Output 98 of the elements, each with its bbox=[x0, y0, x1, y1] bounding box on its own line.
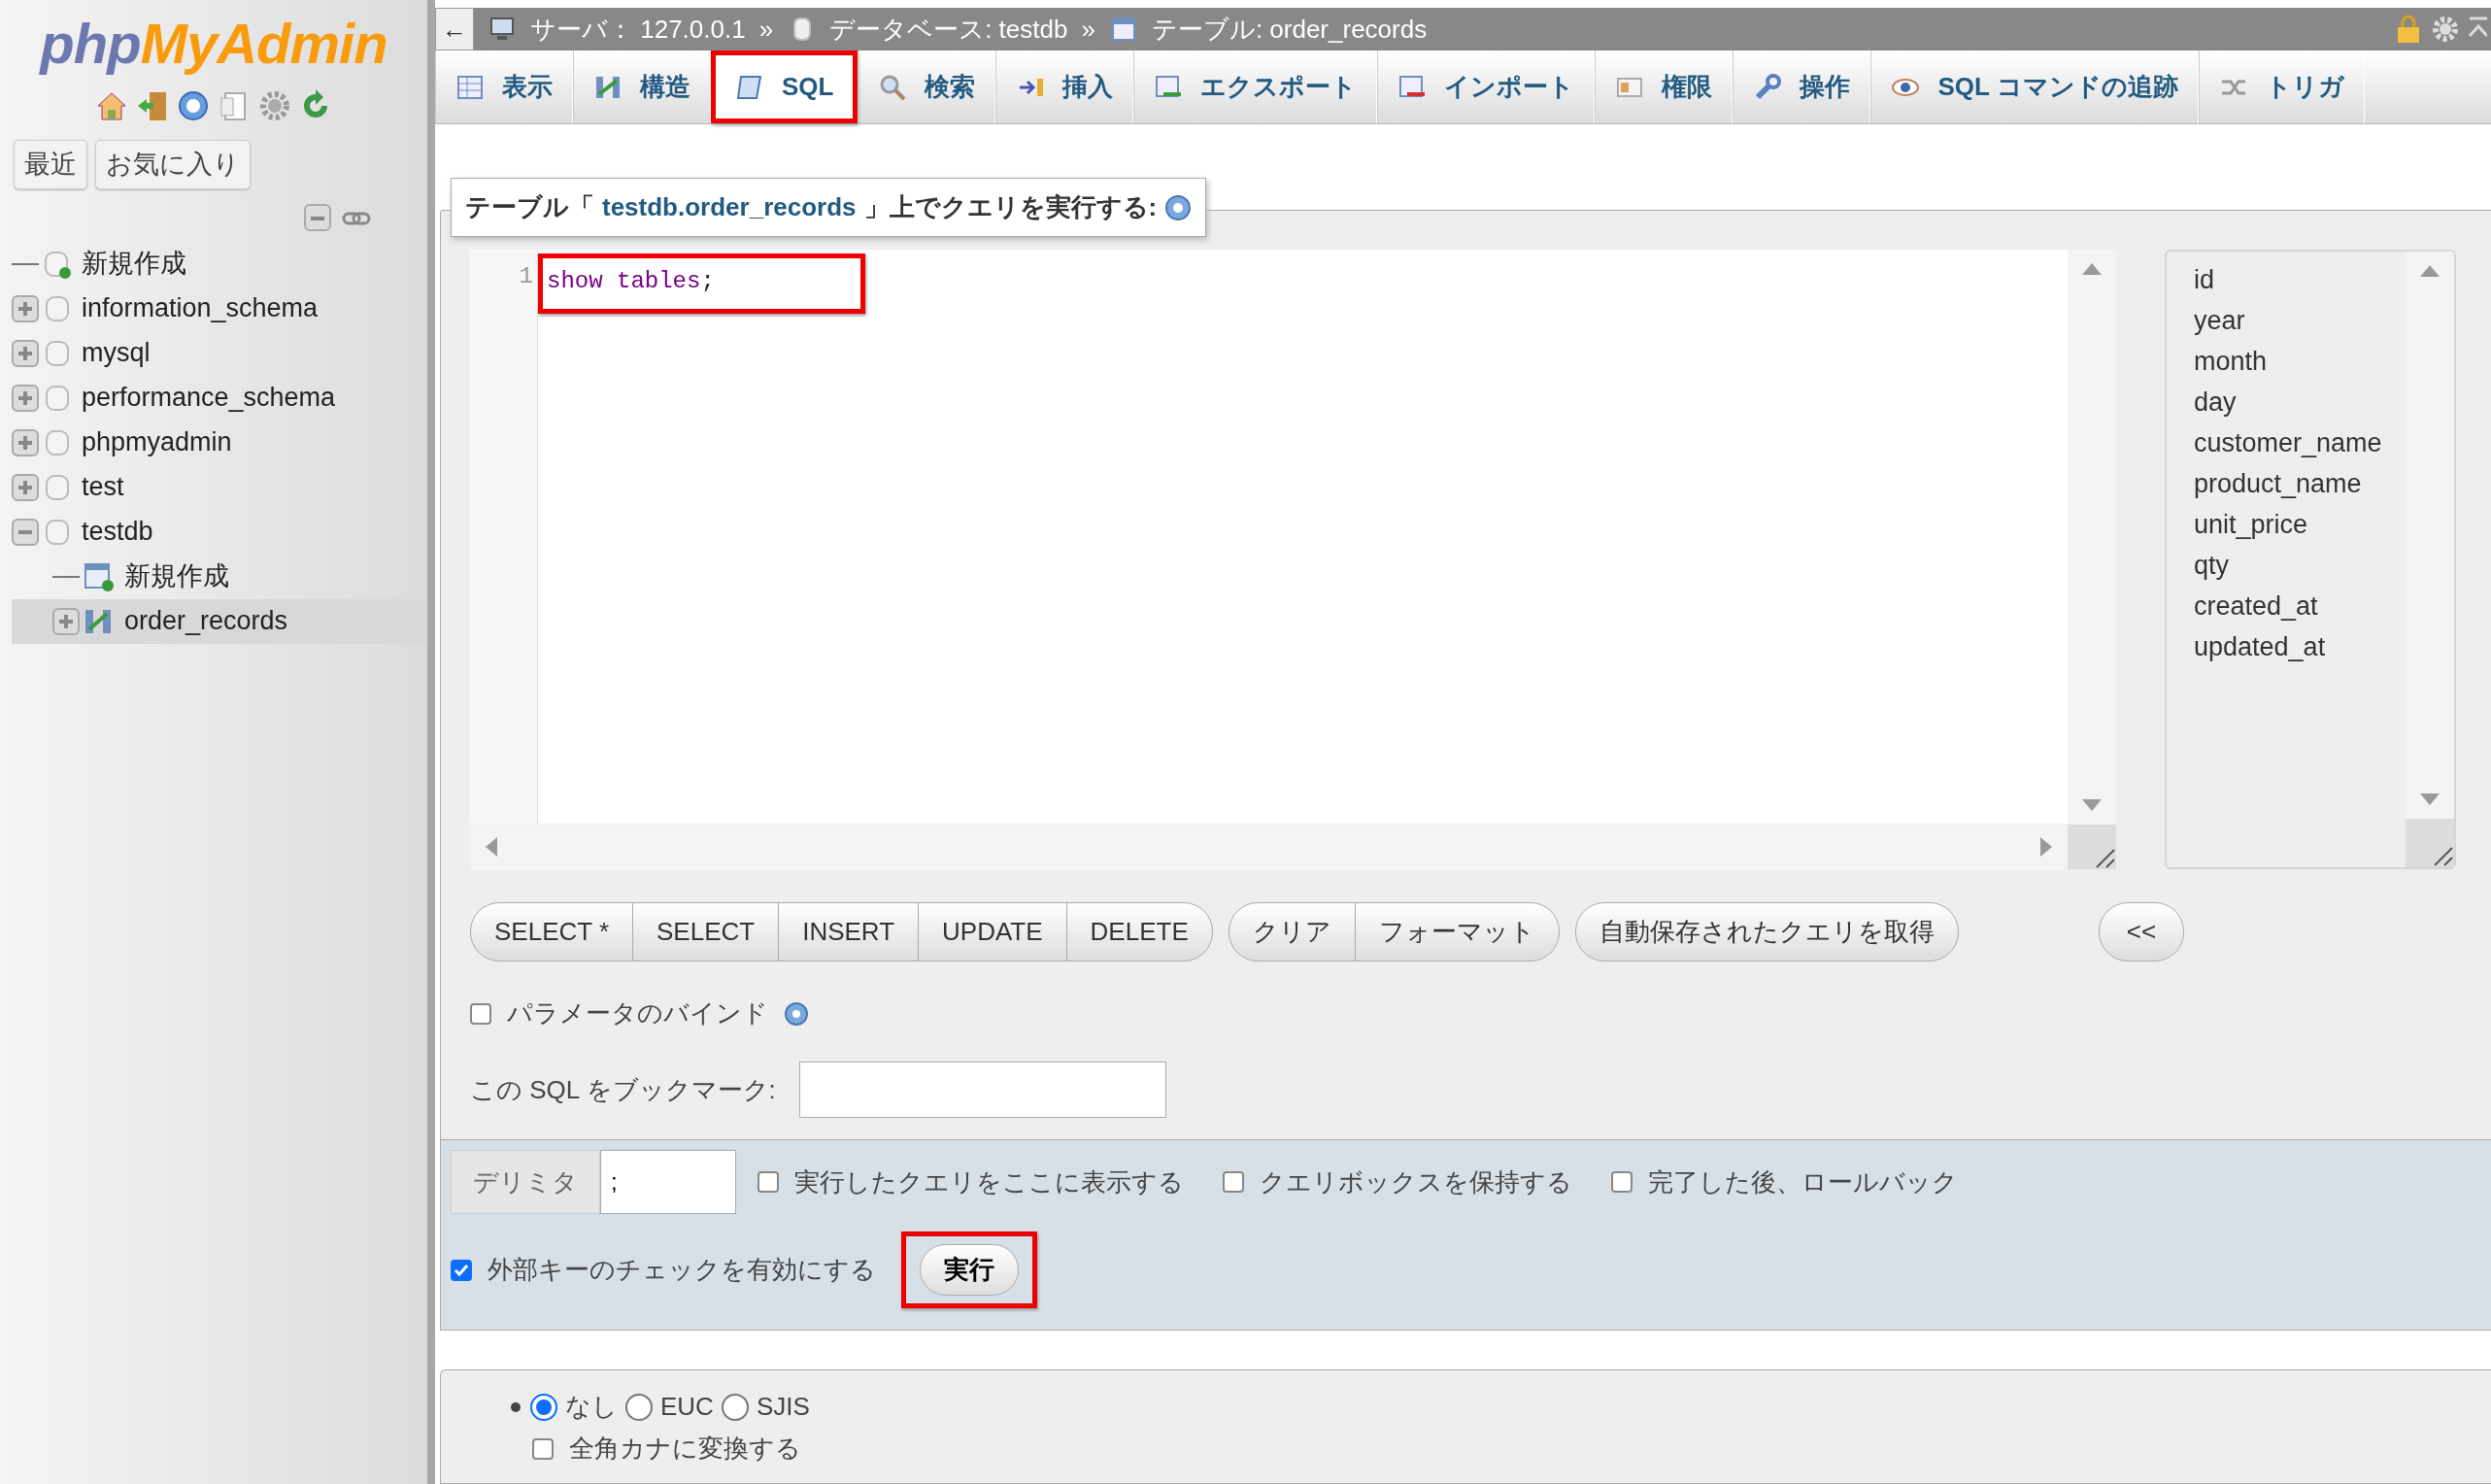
sql-editor[interactable]: 1 show tables; bbox=[470, 250, 2116, 869]
column-list[interactable]: id year month day customer_name product_name unit_price qty created_at updated_at bbox=[2165, 250, 2456, 869]
checkbox-label: パラメータのバインド bbox=[507, 997, 768, 1029]
code-line: show tables; bbox=[546, 267, 716, 296]
insert-column-button[interactable]: << bbox=[2099, 903, 2184, 961]
line-number: 1 bbox=[518, 262, 533, 291]
tab[interactable]: 表示 bbox=[435, 51, 573, 123]
help-icon[interactable] bbox=[177, 89, 210, 122]
column-item[interactable]: customer_name bbox=[2194, 422, 2406, 463]
column-item[interactable]: unit_price bbox=[2194, 504, 2406, 545]
tab[interactable]: 検索 bbox=[858, 51, 996, 123]
radio-button[interactable] bbox=[721, 1393, 749, 1421]
tree-item[interactable]: 新規作成 bbox=[76, 244, 192, 284]
tab[interactable]: 挿入 bbox=[995, 51, 1134, 123]
query-button[interactable]: クリア bbox=[1229, 903, 1356, 961]
breadcrumb-link[interactable]: テーブル: order_records bbox=[1151, 10, 1428, 49]
checkbox[interactable] bbox=[1611, 1171, 1633, 1193]
back-arrow-button[interactable]: ← bbox=[435, 8, 474, 51]
checkbox-label: 完了した後、ロールバック bbox=[1648, 1165, 1958, 1198]
sidebar-tab[interactable]: お気に入り bbox=[95, 140, 251, 189]
tree-item[interactable]: performance_schema bbox=[76, 378, 342, 418]
scroll-right-icon[interactable] bbox=[2038, 835, 2054, 859]
help-icon[interactable] bbox=[784, 1000, 809, 1027]
tree-item[interactable]: information_schema bbox=[76, 288, 324, 328]
column-item[interactable]: product_name bbox=[2194, 463, 2406, 504]
checkbox[interactable] bbox=[757, 1171, 779, 1193]
expand-icon[interactable] bbox=[12, 473, 39, 501]
column-item[interactable]: year bbox=[2194, 300, 2406, 341]
collapse-all-icon[interactable] bbox=[303, 202, 334, 234]
tree-item[interactable]: testdb bbox=[76, 512, 159, 552]
tree-item[interactable]: 新規作成 bbox=[118, 556, 235, 596]
checkbox[interactable] bbox=[451, 1259, 472, 1281]
query-button[interactable]: SELECT * bbox=[471, 903, 633, 961]
help-icon[interactable] bbox=[1164, 193, 1193, 221]
field-label: デリミタ bbox=[451, 1150, 600, 1214]
column-item[interactable]: qty bbox=[2194, 545, 2406, 586]
new-table-icon[interactable] bbox=[84, 560, 115, 592]
table-link[interactable]: testdb.order_records bbox=[602, 188, 857, 226]
checkbox-label: 全角カナに変換する bbox=[569, 1433, 801, 1465]
query-button[interactable]: 自動保存されたクエリを取得 bbox=[1575, 903, 1958, 961]
breadcrumb-separator: » bbox=[758, 13, 774, 46]
expand-icon[interactable] bbox=[12, 339, 39, 367]
expand-icon[interactable] bbox=[12, 428, 39, 456]
breadcrumb-link[interactable]: サーバ： 127.0.0.1 bbox=[530, 10, 746, 49]
scroll-up-icon[interactable] bbox=[2080, 261, 2104, 277]
query-button[interactable]: フォーマット bbox=[1355, 903, 1559, 961]
query-button[interactable]: INSERT bbox=[779, 903, 920, 961]
column-item[interactable]: id bbox=[2194, 259, 2406, 300]
tree-item[interactable]: test bbox=[76, 467, 130, 507]
input-field[interactable] bbox=[798, 1062, 1166, 1118]
settings-icon[interactable] bbox=[2431, 15, 2460, 44]
checkbox-label: 外部キーのチェックを有効にする bbox=[488, 1254, 876, 1286]
checkbox[interactable] bbox=[470, 1002, 491, 1025]
tab[interactable]: 操作 bbox=[1733, 51, 1871, 123]
breadcrumb-link[interactable]: データベース: testdb bbox=[829, 10, 1068, 49]
expand-icon[interactable] bbox=[52, 607, 80, 635]
tree-item[interactable]: mysql bbox=[76, 333, 156, 373]
tab[interactable]: エクスポート bbox=[1133, 51, 1378, 123]
breadcrumb-separator: » bbox=[1081, 13, 1095, 46]
column-item[interactable]: month bbox=[2194, 341, 2406, 382]
scroll-up-icon[interactable] bbox=[2418, 263, 2441, 279]
execute-button[interactable]: 実行 bbox=[920, 1244, 1019, 1296]
settings-icon[interactable] bbox=[258, 89, 291, 122]
checkbox[interactable] bbox=[1223, 1171, 1244, 1193]
exit-door-icon[interactable] bbox=[136, 89, 169, 122]
panel-title: テーブル「 testdb.order_records 」上でクエリを実行する: bbox=[451, 178, 1207, 237]
input-field[interactable]: ; bbox=[600, 1150, 736, 1214]
checkbox-label: クエリボックスを保持する bbox=[1260, 1165, 1572, 1198]
scroll-down-icon[interactable] bbox=[2080, 797, 2104, 813]
collapse-icon[interactable] bbox=[12, 518, 39, 546]
column-item[interactable]: updated_at bbox=[2194, 626, 2406, 667]
radio-label: EUC bbox=[660, 1391, 714, 1423]
query-button[interactable]: UPDATE bbox=[919, 903, 1067, 961]
tab[interactable]: インポート bbox=[1377, 51, 1596, 123]
checkmark-icon bbox=[454, 1262, 469, 1278]
query-button[interactable]: DELETE bbox=[1066, 903, 1212, 961]
radio-button[interactable] bbox=[530, 1393, 557, 1421]
scroll-left-icon[interactable] bbox=[484, 835, 499, 859]
radio-button[interactable] bbox=[625, 1393, 653, 1421]
tab[interactable]: 権限 bbox=[1595, 51, 1734, 123]
checkbox-label: 実行したクエリをここに表示する bbox=[794, 1165, 1184, 1198]
column-item[interactable]: day bbox=[2194, 382, 2406, 422]
tree-item[interactable]: phpmyadmin bbox=[76, 422, 238, 462]
sidebar-tab[interactable]: 最近 bbox=[14, 140, 87, 189]
radio-label: なし bbox=[565, 1391, 618, 1423]
column-item[interactable]: created_at bbox=[2194, 586, 2406, 626]
tab[interactable]: SQL コマンドの追跡 bbox=[1870, 51, 2199, 123]
checkbox[interactable] bbox=[532, 1437, 554, 1460]
radio-label: SJIS bbox=[756, 1391, 810, 1423]
expand-icon[interactable] bbox=[12, 384, 39, 412]
field-label: この SQL をブックマーク: bbox=[470, 1073, 776, 1106]
scroll-down-icon[interactable] bbox=[2418, 792, 2441, 807]
wrench-icon bbox=[1753, 72, 1783, 102]
tab[interactable]: トリガ bbox=[2198, 51, 2365, 123]
tab[interactable]: SQL bbox=[711, 51, 858, 123]
query-button[interactable]: SELECT bbox=[633, 903, 780, 961]
expand-icon[interactable] bbox=[12, 294, 39, 322]
bullet-icon bbox=[509, 1400, 522, 1414]
